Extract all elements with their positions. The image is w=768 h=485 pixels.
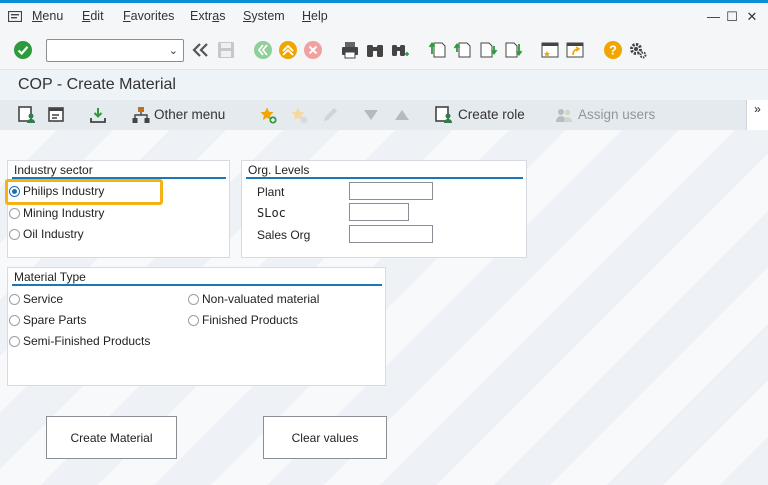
radio-semi-finished-products[interactable]: Semi-Finished Products	[9, 333, 150, 349]
sap-menu-icon[interactable]	[8, 11, 22, 22]
plant-input[interactable]	[349, 182, 433, 200]
radio-icon[interactable]	[188, 294, 199, 305]
selection-highlight	[5, 179, 163, 205]
menu-extras[interactable]: Extras	[190, 9, 225, 23]
radio-service[interactable]: Service	[9, 291, 63, 307]
last-page-icon[interactable]	[503, 40, 523, 60]
sloc-input[interactable]	[349, 203, 409, 221]
radio-mining-industry[interactable]: Mining Industry	[9, 205, 104, 221]
cancel-icon	[304, 41, 322, 59]
assign-users-label: Assign users	[578, 107, 656, 122]
menu-edit[interactable]: Edit	[82, 9, 104, 23]
create-role-label[interactable]: Create role	[458, 107, 525, 122]
svg-text:?: ?	[609, 43, 617, 58]
radio-finished-products[interactable]: Finished Products	[188, 312, 298, 328]
menu-help[interactable]: Help	[302, 9, 328, 23]
radio-icon[interactable]	[188, 315, 199, 326]
settings-icon[interactable]	[628, 40, 648, 60]
radio-oil-industry[interactable]: Oil Industry	[9, 226, 84, 242]
clear-values-button[interactable]: Clear values	[263, 416, 387, 459]
minimize-button[interactable]: —	[707, 10, 720, 23]
enter-icon[interactable]	[13, 40, 33, 60]
chevron-down-icon[interactable]: ⌄	[169, 44, 178, 57]
group-divider	[12, 284, 382, 286]
first-page-icon[interactable]	[428, 40, 448, 60]
title-bar: COP - Create Material	[0, 71, 768, 100]
back-icon[interactable]	[191, 40, 211, 60]
maximize-button[interactable]: ☐	[726, 10, 738, 23]
remove-favorite-icon	[291, 107, 308, 124]
create-material-button[interactable]: Create Material	[46, 416, 177, 459]
new-session-icon[interactable]	[540, 40, 560, 60]
triangle-up-icon	[395, 110, 409, 120]
menu-system[interactable]: System	[243, 9, 285, 23]
radio-non-valuated-material[interactable]: Non-valuated material	[188, 291, 319, 307]
create-role-icon[interactable]	[435, 106, 453, 124]
radio-label: Non-valuated material	[202, 292, 320, 306]
previous-icon	[254, 41, 272, 59]
edit-list-icon[interactable]	[48, 106, 66, 124]
radio-label: Mining Industry	[23, 206, 105, 220]
application-toolbar: Other menu Create role Assign users »	[0, 100, 768, 130]
standard-toolbar: ⌄ ?	[0, 30, 768, 70]
sloc-label: SLoc	[257, 206, 286, 220]
user-display-icon[interactable]	[18, 106, 36, 124]
radio-icon[interactable]	[9, 315, 20, 326]
sales-org-input[interactable]	[349, 225, 433, 243]
next-page-icon[interactable]	[478, 40, 498, 60]
radio-label: Finished Products	[202, 313, 299, 327]
exit-icon[interactable]	[278, 40, 298, 60]
add-favorite-icon[interactable]	[259, 106, 277, 124]
assign-users-icon	[556, 109, 572, 122]
find-icon[interactable]	[365, 40, 385, 60]
radio-icon[interactable]	[9, 294, 20, 305]
radio-label: Oil Industry	[23, 227, 84, 241]
radio-label: Semi-Finished Products	[23, 334, 151, 348]
industry-sector-title: Industry sector	[14, 163, 93, 177]
pencil-icon	[324, 108, 337, 121]
menu-menu[interactable]: Menu	[32, 9, 63, 23]
page-title: COP - Create Material	[18, 76, 176, 93]
radio-spare-parts[interactable]: Spare Parts	[9, 312, 86, 328]
shortcut-icon[interactable]	[565, 40, 585, 60]
save-icon	[218, 42, 234, 58]
group-divider	[246, 177, 523, 179]
org-structure-icon[interactable]	[132, 106, 150, 124]
org-levels-title: Org. Levels	[248, 163, 310, 177]
close-window-button[interactable]: ✕	[746, 10, 758, 23]
other-menu-label[interactable]: Other menu	[154, 107, 225, 122]
previous-page-icon[interactable]	[453, 40, 473, 60]
plant-label: Plant	[257, 185, 285, 199]
menu-favorites[interactable]: Favorites	[123, 9, 174, 23]
radio-label: Service	[23, 292, 64, 306]
menu-bar: Menu Edit Favorites Extras System Help —…	[0, 3, 768, 30]
radio-icon[interactable]	[9, 208, 20, 219]
sales-org-label: Sales Org	[257, 228, 311, 242]
print-icon[interactable]	[340, 40, 360, 60]
triangle-down-icon	[364, 110, 378, 120]
more-actions-button[interactable]: »	[746, 100, 768, 130]
command-field[interactable]: ⌄	[46, 39, 184, 62]
material-type-title: Material Type	[14, 270, 86, 284]
find-next-icon[interactable]	[390, 40, 410, 60]
radio-icon[interactable]	[9, 229, 20, 240]
radio-label: Spare Parts	[23, 313, 87, 327]
help-icon[interactable]: ?	[603, 40, 623, 60]
radio-icon[interactable]	[9, 336, 20, 347]
download-icon[interactable]	[89, 106, 107, 124]
